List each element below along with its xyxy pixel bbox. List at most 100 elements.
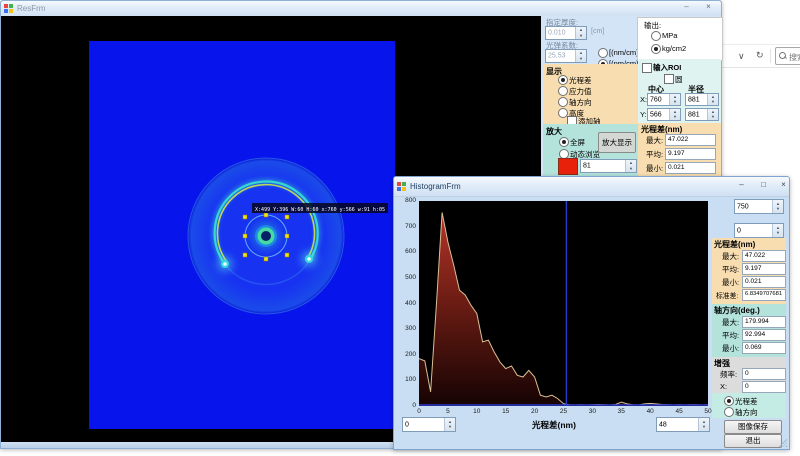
search-icon — [779, 52, 786, 59]
resfrm-title: ResFrm — [17, 4, 45, 13]
display-radio-axis[interactable] — [558, 97, 568, 107]
zoom-section: 放大 全屏 动态浏览 放大显示 81▲▼ — [543, 124, 638, 177]
cursor-readout-text: X:499 Y:396 W:60 H:60 x:760 y:566 w:91 h… — [255, 207, 385, 213]
roi-radius-x-spinner[interactable]: 881▲▼ — [685, 93, 719, 106]
xmax-spinner[interactable]: 48▲▼ — [656, 417, 710, 432]
output-radio-kgcm2-label: kg/cm2 — [662, 44, 686, 53]
unit-radio-mpa[interactable] — [598, 48, 608, 58]
opd-stats-section: 光程差(nm) 最大: 47.022 平均: 9.197 最小: 0.021 — [638, 123, 721, 177]
hist-opd-std-label: 标准差: — [716, 290, 738, 300]
color-swatch[interactable] — [558, 158, 578, 175]
histogram-area — [419, 213, 708, 407]
y-tick-label: 500 — [396, 274, 416, 281]
scale-spinner[interactable]: 750▲▼ — [734, 199, 784, 214]
resfrm-minimize-button[interactable]: – — [679, 2, 694, 11]
zoom-radio-fullscreen-label: 全屏 — [570, 137, 585, 148]
axis-avg-field[interactable]: 92.994 — [742, 329, 786, 341]
thickness-spinner[interactable]: 0.010▲▼ — [545, 26, 587, 40]
histfrm-titlebar[interactable]: HistogramFrm – □ × — [394, 177, 789, 197]
coeff-spinner[interactable]: 25.53▲▼ — [545, 49, 587, 63]
desktop: ∨ ↻ 搜索 ResFrm – × — [0, 0, 800, 456]
roi-y-spinner[interactable]: 566▲▼ — [647, 108, 681, 121]
mode-radio-opd-label: 光程差 — [735, 396, 758, 407]
display-radio-axis-label: 轴方向 — [569, 97, 592, 108]
refresh-icon[interactable]: ↻ — [756, 50, 764, 61]
measurement-image[interactable]: X:499 Y:396 W:60 H:60 x:760 y:566 w:91 h… — [89, 41, 395, 429]
resfrm-close-button[interactable]: × — [701, 2, 716, 11]
resfrm-app-icon — [4, 4, 13, 13]
histfrm-app-icon — [397, 182, 406, 191]
hist-opd-min-field[interactable]: 0.021 — [742, 276, 786, 288]
y-tick-label: 100 — [396, 376, 416, 383]
mode-radio-opd[interactable] — [724, 396, 734, 406]
resfrm-titlebar[interactable]: ResFrm – × — [1, 1, 721, 17]
histfrm-maximize-button[interactable]: □ — [756, 180, 771, 189]
axis-max-field[interactable]: 179.994 — [742, 316, 786, 328]
output-radio-kgcm2[interactable] — [651, 44, 661, 54]
birefringence-pattern: X:499 Y:396 W:60 H:60 x:760 y:566 w:91 h… — [89, 41, 395, 429]
enhance-x-label: X: — [720, 382, 727, 391]
y-tick-label: 200 — [396, 351, 416, 358]
opd-max-field[interactable]: 47.022 — [665, 134, 716, 146]
y-tick-label: 800 — [396, 197, 416, 204]
zoom-level-spinner[interactable]: 81▲▼ — [580, 159, 637, 173]
x-tick-label: 0 — [411, 408, 427, 415]
hist-opd-max-field[interactable]: 47.022 — [742, 250, 786, 262]
x-tick-label: 5 — [440, 408, 456, 415]
display-radio-stress-label: 应力值 — [569, 86, 592, 97]
zoom-radio-fullscreen[interactable] — [559, 137, 569, 147]
roi-radius-y-spinner[interactable]: 881▲▼ — [685, 108, 719, 121]
histfrm-close-button[interactable]: × — [776, 180, 791, 189]
enhance-section: 增强 频率: 0 X: 0 — [712, 357, 786, 393]
opd-min-field[interactable]: 0.021 — [665, 162, 716, 174]
chevron-down-icon[interactable]: ∨ — [738, 51, 745, 62]
roi-circle-checkbox[interactable] — [664, 74, 674, 84]
exit-button[interactable]: 退出 — [724, 434, 782, 448]
spinner-arrows[interactable]: ▲▼ — [575, 27, 586, 39]
x-tick-label: 20 — [527, 408, 543, 415]
zoom-display-button[interactable]: 放大显示 — [598, 132, 636, 153]
enhance-freq-field[interactable]: 0 — [742, 368, 786, 380]
display-radio-opd[interactable] — [558, 75, 568, 85]
enhance-freq-label: 频率: — [720, 369, 737, 380]
display-section: 显示 光程差 应力值 轴方向 高度 — [543, 64, 638, 124]
axis-stats-section: 轴方向(deg.) 最大: 179.994 平均: 92.994 最小: 0.0… — [712, 304, 786, 357]
x-tick-label: 40 — [642, 408, 658, 415]
save-image-button[interactable]: 图像保存 — [724, 420, 782, 434]
spinner-arrows[interactable]: ▲▼ — [575, 50, 586, 62]
opd-avg-field[interactable]: 9.197 — [665, 148, 716, 160]
x-tick-label: 30 — [584, 408, 600, 415]
axis-min-field[interactable]: 0.069 — [742, 342, 786, 354]
hist-opd-std-field[interactable]: 6.8349707681 — [742, 289, 786, 301]
search-box[interactable]: 搜索 — [775, 47, 800, 65]
histfrm-minimize-button[interactable]: – — [734, 180, 749, 189]
roi-checkbox[interactable] — [642, 63, 652, 73]
hist-opd-avg-field[interactable]: 9.197 — [742, 263, 786, 275]
mode-section: 光程差 轴方向 — [712, 393, 786, 418]
enhance-x-field[interactable]: 0 — [742, 381, 786, 393]
hist-opd-stats-label: 光程差(nm) — [714, 239, 755, 250]
opd-max-label: 最大: — [646, 135, 663, 146]
roi-x-spinner[interactable]: 760▲▼ — [647, 93, 681, 106]
display-radio-opd-label: 光程差 — [569, 75, 592, 86]
roi-section: 输入ROI 圆 中心 半径 X: 760▲▼ 881▲▼ Y: 566▲▼ 88… — [638, 59, 721, 123]
x-tick-label: 25 — [556, 408, 572, 415]
offset-spinner[interactable]: 0▲▼ — [734, 223, 784, 238]
resize-grip[interactable] — [779, 439, 787, 447]
hist-opd-stats-section: 光程差(nm) 最大: 47.022 平均: 9.197 最小: 0.021 标… — [712, 238, 786, 304]
unit-radio-mpa-label: [(nm/cm)/MP — [609, 48, 637, 57]
x-tick-label: 45 — [671, 408, 687, 415]
histfrm-title: HistogramFrm — [410, 182, 461, 191]
mode-radio-axis[interactable] — [724, 407, 734, 417]
output-radio-mpa-label: MPa — [662, 31, 677, 40]
histogram-plot[interactable] — [419, 201, 708, 406]
x-tick-label: 35 — [613, 408, 629, 415]
hist-opd-min-label: 最小: — [722, 277, 739, 288]
xmin-spinner[interactable]: 0▲▼ — [402, 417, 456, 432]
roi-circle-label: 圆 — [675, 74, 683, 85]
axis-avg-label: 平均: — [722, 330, 739, 341]
output-radio-mpa[interactable] — [651, 31, 661, 41]
display-radio-stress[interactable] — [558, 86, 568, 96]
opd-avg-label: 平均: — [646, 149, 663, 160]
arc-end-spot-right — [301, 251, 317, 267]
